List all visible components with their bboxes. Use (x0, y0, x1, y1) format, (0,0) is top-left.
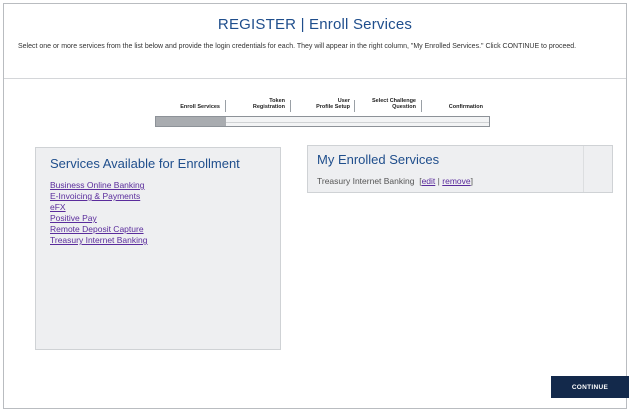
enrolled-services-panel: My Enrolled Services Treasury Internet B… (307, 145, 613, 193)
available-services-heading: Services Available for Enrollment (50, 156, 240, 171)
step-divider (225, 100, 226, 112)
instructions-text: Select one or more services from the lis… (18, 43, 577, 50)
service-link-positive-pay[interactable]: Positive Pay (50, 213, 97, 223)
step-divider (421, 100, 422, 112)
enrolled-service-name: Treasury Internet Banking (317, 176, 415, 186)
remove-link[interactable]: remove (442, 176, 470, 186)
list-item: E-Invoicing & Payments (50, 191, 147, 202)
list-item: Remote Deposit Capture (50, 224, 147, 235)
available-services-list: Business Online Banking E-Invoicing & Pa… (50, 180, 147, 246)
step-token-registration: Token Registration (227, 98, 285, 110)
progress-bar-fill (156, 117, 226, 126)
step-enroll-services: Enroll Services (165, 104, 220, 110)
enrolled-services-heading: My Enrolled Services (317, 152, 440, 167)
step-divider (354, 100, 355, 112)
page-header: REGISTER | Enroll Services Select one or… (4, 4, 626, 79)
service-link-treasury-internet-banking[interactable]: Treasury Internet Banking (50, 235, 147, 245)
step-label-line2: Registration (252, 104, 285, 110)
list-item: Positive Pay (50, 213, 147, 224)
panel-divider (583, 146, 584, 192)
service-link-business-online-banking[interactable]: Business Online Banking (50, 180, 145, 190)
step-user-profile-setup: User Profile Setup (292, 98, 350, 110)
enrolled-service-row: Treasury Internet Banking [edit | remove… (317, 176, 473, 186)
page-title: REGISTER | Enroll Services (217, 16, 413, 33)
service-link-e-invoicing-payments[interactable]: E-Invoicing & Payments (50, 191, 140, 201)
step-divider (290, 100, 291, 112)
step-label-line2: Question (392, 104, 416, 110)
progress-steps: Enroll Services Token Registration User … (155, 97, 490, 115)
step-label: Enroll Services (180, 104, 220, 110)
step-select-challenge-question: Select Challenge Question (356, 98, 416, 110)
progress-bar (155, 116, 490, 127)
edit-link[interactable]: edit (422, 176, 436, 186)
step-label: Confirmation (448, 104, 483, 110)
link-separator: | (437, 176, 440, 186)
service-link-efx[interactable]: eFX (50, 202, 66, 212)
service-link-remote-deposit-capture[interactable]: Remote Deposit Capture (50, 224, 144, 234)
continue-button[interactable]: CONTINUE (551, 376, 629, 398)
step-confirmation: Confirmation (423, 104, 483, 110)
list-item: eFX (50, 202, 147, 213)
available-services-panel: Services Available for Enrollment Busine… (35, 147, 281, 350)
list-item: Treasury Internet Banking (50, 235, 147, 246)
list-item: Business Online Banking (50, 180, 147, 191)
step-label-line2: Profile Setup (316, 104, 350, 110)
